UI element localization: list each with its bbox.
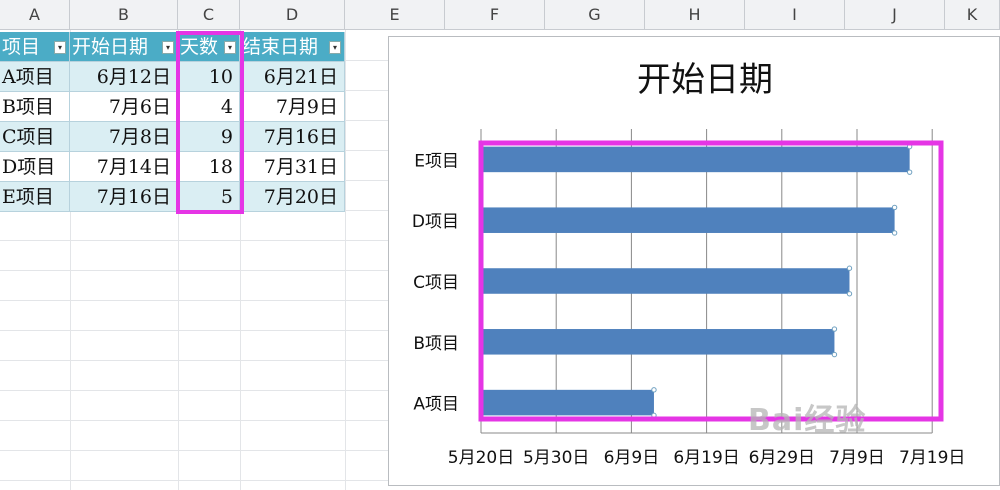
cell-end-date[interactable]: 7月20日 — [240, 182, 345, 212]
column-header-B[interactable]: B — [70, 0, 178, 30]
category-label: B项目 — [413, 334, 459, 354]
table-header-end-date[interactable]: 结束日期 ▾ — [240, 32, 345, 62]
category-label: C项目 — [413, 273, 459, 293]
cell-end-date[interactable]: 7月31日 — [240, 152, 345, 182]
column-header-H[interactable]: H — [645, 0, 745, 30]
cell-item[interactable]: B项目 — [0, 92, 70, 122]
header-label: 项目 — [2, 36, 41, 58]
filter-dropdown-icon[interactable]: ▾ — [162, 41, 174, 54]
bar — [481, 389, 654, 416]
cell-start-date[interactable]: 7月6日 — [70, 92, 178, 122]
selection-handle — [906, 169, 913, 175]
cell-item[interactable]: C项目 — [0, 122, 70, 152]
bar-chart[interactable]: 开始日期 5月20日 5月30日 6月9日 6月19日 6月29日 7月9日 7月19日 A项目… — [388, 36, 1000, 486]
grid-line — [345, 30, 346, 490]
category-label: D项目 — [412, 212, 459, 232]
cell-start-date[interactable]: 7月14日 — [70, 152, 178, 182]
table-header-start-date[interactable]: 开始日期 ▾ — [70, 32, 178, 62]
column-header-F[interactable]: F — [445, 0, 545, 30]
x-tick-label: 5月30日 — [523, 448, 589, 468]
x-tick-label: 6月29日 — [749, 448, 815, 468]
category-label: E项目 — [414, 151, 459, 171]
bar — [481, 268, 850, 294]
column-header-I[interactable]: I — [745, 0, 845, 30]
x-tick-label: 6月19日 — [673, 448, 739, 468]
selection-handle — [831, 326, 838, 332]
cell-item[interactable]: D项目 — [0, 152, 70, 182]
header-label: 结束日期 — [242, 36, 319, 58]
selection-handle — [831, 351, 838, 358]
selection-handle — [891, 204, 898, 211]
cell-item[interactable]: E项目 — [0, 182, 70, 212]
selection-handle — [846, 265, 853, 271]
table-header-item[interactable]: 项目 ▾ — [0, 32, 70, 62]
column-header-D[interactable]: D — [240, 0, 345, 30]
x-tick-label: 5月20日 — [448, 448, 514, 468]
selection-handle — [891, 230, 898, 236]
baidu-watermark: Bai经验 — [748, 403, 867, 438]
header-label: 开始日期 — [72, 36, 149, 58]
x-tick-label: 6月9日 — [604, 448, 660, 468]
column-header-G[interactable]: G — [545, 0, 645, 30]
x-tick-label: 7月9日 — [829, 448, 885, 468]
bar — [481, 329, 835, 355]
cell-end-date[interactable]: 6月21日 — [240, 62, 345, 92]
cell-start-date[interactable]: 7月16日 — [70, 182, 178, 212]
cell-item[interactable]: A项目 — [0, 62, 70, 92]
selection-handle — [846, 291, 853, 297]
column-header-E[interactable]: E — [345, 0, 445, 30]
column-header-A[interactable]: A — [0, 0, 70, 30]
days-column-highlight — [176, 31, 244, 214]
filter-dropdown-icon[interactable]: ▾ — [54, 41, 66, 54]
chart-canvas: 开始日期 5月20日 5月30日 6月9日 6月19日 6月29日 7月9日 7月19日 A项目… — [412, 60, 966, 468]
filter-dropdown-icon[interactable]: ▾ — [329, 41, 341, 54]
column-header-K[interactable]: K — [945, 0, 1000, 30]
column-header-C[interactable]: C — [178, 0, 240, 30]
selection-handle — [651, 387, 657, 393]
cell-end-date[interactable]: 7月9日 — [240, 92, 345, 122]
cell-end-date[interactable]: 7月16日 — [240, 122, 345, 152]
bar — [481, 207, 895, 233]
cell-start-date[interactable]: 7月8日 — [70, 122, 178, 152]
cell-start-date[interactable]: 6月12日 — [70, 62, 178, 92]
chart-title: 开始日期 — [637, 60, 773, 100]
category-label: A项目 — [413, 395, 459, 415]
x-tick-label: 7月19日 — [899, 448, 965, 468]
bar — [481, 146, 910, 173]
column-header-J[interactable]: J — [845, 0, 945, 30]
